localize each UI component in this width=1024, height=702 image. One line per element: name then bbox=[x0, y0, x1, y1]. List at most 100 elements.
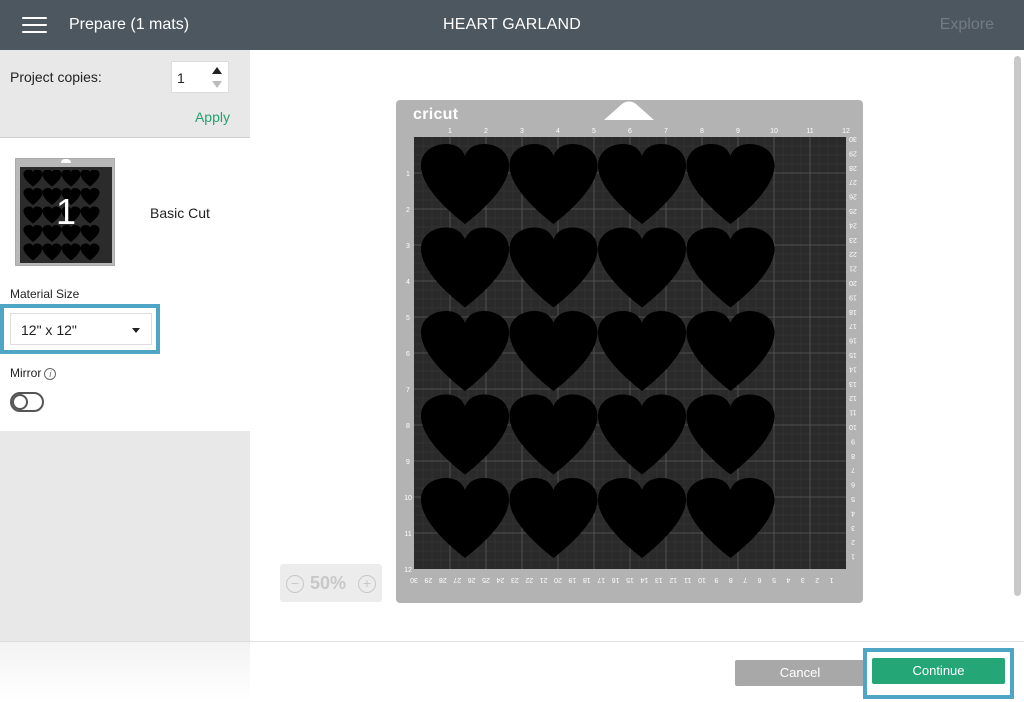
footer: Cancel Continue bbox=[250, 641, 1024, 702]
svg-text:12: 12 bbox=[849, 394, 857, 401]
svg-text:2: 2 bbox=[406, 207, 410, 214]
svg-text:28: 28 bbox=[849, 164, 857, 171]
heart-shape[interactable] bbox=[509, 311, 598, 391]
svg-text:2: 2 bbox=[851, 538, 855, 545]
zoom-control: − 50% + bbox=[280, 564, 382, 602]
svg-text:21: 21 bbox=[849, 265, 857, 272]
svg-text:11: 11 bbox=[806, 128, 813, 135]
heart-shape[interactable] bbox=[509, 227, 598, 308]
svg-text:6: 6 bbox=[406, 351, 410, 358]
heart-shape[interactable] bbox=[509, 144, 598, 224]
svg-text:4: 4 bbox=[406, 279, 410, 286]
svg-text:28: 28 bbox=[439, 576, 447, 583]
svg-text:30: 30 bbox=[849, 135, 857, 142]
svg-text:1: 1 bbox=[406, 171, 410, 178]
svg-text:25: 25 bbox=[849, 207, 857, 214]
increment-arrow-icon[interactable] bbox=[212, 67, 222, 74]
project-copies-label: Project copies: bbox=[10, 69, 102, 85]
svg-text:17: 17 bbox=[849, 322, 857, 329]
svg-text:12: 12 bbox=[669, 576, 677, 583]
svg-text:3: 3 bbox=[520, 128, 524, 135]
svg-text:5: 5 bbox=[406, 315, 410, 322]
svg-text:23: 23 bbox=[849, 236, 857, 243]
mat-preview-canvas: cricut 1 1 2 2 3 3 4 4 5 5 6 6 7 7 8 8 9 9 10 10 11 11 12 12 1 1 2… bbox=[250, 50, 1024, 641]
svg-text:29: 29 bbox=[424, 576, 432, 583]
mat-thumbnail[interactable]: 1 bbox=[15, 158, 115, 266]
mirror-toggle[interactable] bbox=[10, 392, 44, 412]
svg-text:16: 16 bbox=[612, 576, 620, 583]
project-copies-value: 1 bbox=[177, 70, 185, 86]
zoom-level: 50% bbox=[310, 573, 347, 593]
cutting-mat: cricut 1 1 2 2 3 3 4 4 5 5 6 6 7 7 8 8 9 9 10 10 11 11 12 12 1 1 2… bbox=[396, 100, 863, 603]
svg-text:7: 7 bbox=[406, 387, 410, 394]
heart-shape[interactable] bbox=[686, 311, 775, 391]
svg-text:10: 10 bbox=[698, 576, 706, 583]
svg-text:26: 26 bbox=[849, 193, 857, 200]
svg-text:16: 16 bbox=[849, 337, 857, 344]
explore-link[interactable]: Explore bbox=[940, 16, 994, 34]
svg-text:1: 1 bbox=[851, 553, 855, 560]
heart-shape[interactable] bbox=[421, 144, 509, 224]
svg-text:8: 8 bbox=[851, 452, 855, 459]
heart-shape[interactable] bbox=[598, 144, 686, 224]
svg-text:12: 12 bbox=[842, 128, 850, 135]
svg-text:24: 24 bbox=[496, 576, 504, 583]
material-size-select[interactable]: 12" x 12" bbox=[10, 313, 152, 345]
heart-shape[interactable] bbox=[509, 478, 598, 558]
continue-button[interactable]: Continue bbox=[872, 658, 1005, 684]
decrement-arrow-icon[interactable] bbox=[212, 81, 222, 88]
heart-shape[interactable] bbox=[686, 144, 775, 224]
svg-text:3: 3 bbox=[406, 243, 410, 250]
svg-text:14: 14 bbox=[849, 365, 857, 372]
heart-shape[interactable] bbox=[421, 227, 509, 308]
apply-button[interactable]: Apply bbox=[195, 109, 230, 125]
heart-shape[interactable] bbox=[421, 394, 509, 475]
svg-text:13: 13 bbox=[849, 380, 857, 387]
project-copies-stepper[interactable]: 1 bbox=[171, 61, 229, 93]
svg-text:19: 19 bbox=[568, 576, 576, 583]
zoom-in-button[interactable]: + bbox=[358, 575, 376, 593]
grid-with-hearts bbox=[414, 137, 846, 569]
svg-text:1: 1 bbox=[830, 576, 834, 583]
thumbnail-heart bbox=[42, 170, 62, 187]
thumbnail-heart bbox=[23, 243, 43, 260]
page-title: Prepare (1 mats) bbox=[69, 16, 190, 33]
zoom-out-button[interactable]: − bbox=[286, 575, 304, 593]
vertical-scrollbar[interactable] bbox=[1014, 56, 1021, 596]
svg-text:22: 22 bbox=[849, 250, 857, 257]
svg-text:21: 21 bbox=[540, 576, 548, 583]
heart-shape[interactable] bbox=[686, 227, 775, 308]
heart-shape[interactable] bbox=[686, 478, 775, 558]
svg-text:3: 3 bbox=[851, 524, 855, 531]
thumbnail-heart bbox=[61, 170, 81, 187]
thumbnail-heart bbox=[23, 170, 43, 187]
svg-text:24: 24 bbox=[849, 221, 857, 228]
heart-shape[interactable] bbox=[686, 394, 775, 475]
svg-text:4: 4 bbox=[851, 509, 855, 516]
toggle-knob bbox=[12, 394, 28, 410]
svg-text:9: 9 bbox=[851, 437, 855, 444]
svg-text:27: 27 bbox=[453, 576, 461, 583]
cancel-button[interactable]: Cancel bbox=[735, 660, 865, 686]
svg-text:26: 26 bbox=[468, 576, 476, 583]
continue-highlight: Continue bbox=[863, 648, 1014, 699]
heart-shape[interactable] bbox=[598, 227, 686, 308]
svg-text:8: 8 bbox=[729, 576, 733, 583]
mat-label: Basic Cut bbox=[150, 205, 210, 221]
heart-shape[interactable] bbox=[421, 478, 509, 558]
heart-shape[interactable] bbox=[421, 311, 509, 391]
caret-down-icon bbox=[132, 328, 140, 333]
svg-text:18: 18 bbox=[849, 308, 857, 315]
heart-shape[interactable] bbox=[509, 394, 598, 475]
heart-shape[interactable] bbox=[598, 311, 686, 391]
footer-left bbox=[0, 641, 250, 702]
info-icon[interactable]: i bbox=[44, 368, 57, 380]
svg-text:25: 25 bbox=[482, 576, 490, 583]
heart-shape[interactable] bbox=[598, 394, 686, 475]
svg-text:6: 6 bbox=[851, 481, 855, 488]
heart-shape[interactable] bbox=[598, 478, 686, 558]
svg-text:29: 29 bbox=[849, 149, 857, 156]
svg-text:15: 15 bbox=[626, 576, 634, 583]
svg-text:8: 8 bbox=[406, 423, 410, 430]
hamburger-menu-icon[interactable] bbox=[22, 16, 48, 34]
